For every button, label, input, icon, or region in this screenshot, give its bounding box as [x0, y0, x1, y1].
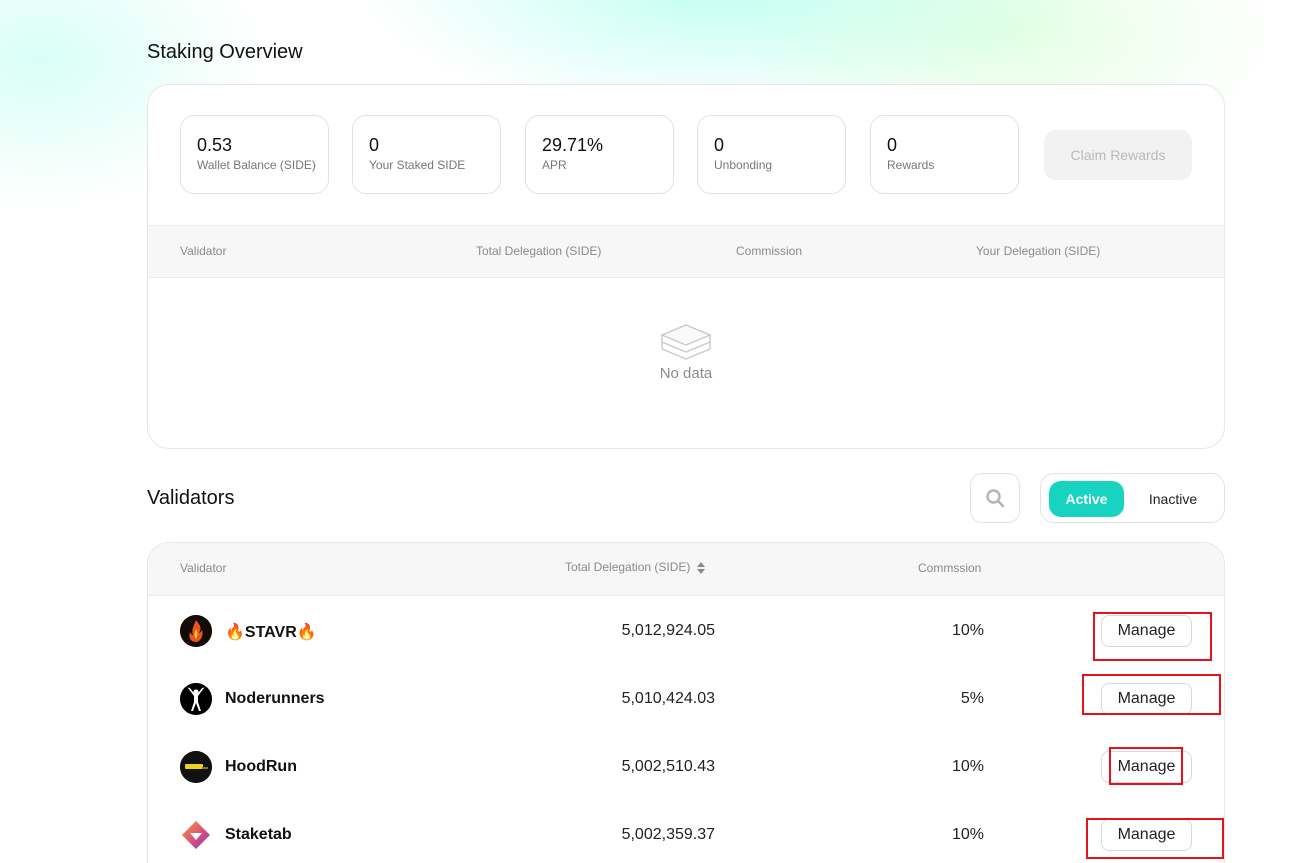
validator-name: 🔥STAVR🔥	[225, 624, 317, 641]
validators-table-header: Validator Total Delegation (SIDE) Commss…	[148, 543, 1224, 596]
filter-inactive-tab[interactable]: Inactive	[1137, 481, 1209, 517]
stat-value: 0	[369, 135, 380, 155]
search-button[interactable]	[970, 473, 1020, 523]
empty-state: No data	[148, 323, 1224, 382]
column-validator: Validator	[180, 244, 227, 258]
staking-overview-title: Staking Overview	[147, 41, 303, 63]
validator-delegation: 5,012,924.05	[621, 622, 715, 639]
search-icon	[986, 489, 1005, 508]
column-validator: Validator	[180, 561, 227, 575]
hoodrun-avatar	[180, 751, 212, 783]
validator-delegation: 5,002,510.43	[621, 758, 715, 775]
stat-value: 0.53	[197, 135, 233, 155]
stats-row: 0.53 Wallet Balance (SIDE) 0 Your Staked…	[180, 115, 1192, 195]
column-total-delegation[interactable]: Total Delegation (SIDE)	[565, 560, 706, 575]
claim-rewards-button[interactable]: Claim Rewards	[1044, 130, 1192, 180]
status-filter-toggle: Active Inactive	[1040, 473, 1225, 523]
column-commission: Commssion	[918, 561, 982, 575]
manage-button[interactable]: Manage	[1101, 751, 1192, 783]
validators-table: Validator Total Delegation (SIDE) Commss…	[147, 542, 1225, 863]
staked-side-stat: 0 Your Staked SIDE	[352, 115, 501, 194]
validator-row[interactable]: HoodRun 5,002,510.43 10% Manage	[148, 733, 1224, 801]
validator-commission: 10%	[951, 622, 984, 639]
wallet-balance-stat: 0.53 Wallet Balance (SIDE)	[180, 115, 329, 194]
stat-label: Unbonding	[714, 158, 773, 172]
rewards-stat: 0 Rewards	[870, 115, 1019, 194]
filter-active-tab[interactable]: Active	[1049, 481, 1124, 517]
stat-label: Your Staked SIDE	[369, 158, 466, 172]
staketab-avatar	[180, 819, 212, 851]
sort-icon[interactable]	[696, 561, 706, 575]
stat-value: 0	[714, 135, 725, 155]
validator-name: HoodRun	[225, 758, 297, 775]
stat-label: Wallet Balance (SIDE)	[197, 158, 316, 172]
validator-commission: 10%	[951, 826, 984, 843]
delegation-table-header: Validator Total Delegation (SIDE) Commis…	[148, 225, 1224, 278]
unbonding-stat: 0 Unbonding	[697, 115, 846, 194]
validator-row[interactable]: Staketab 5,002,359.37 10% Manage	[148, 801, 1224, 863]
staking-overview-card: 0.53 Wallet Balance (SIDE) 0 Your Staked…	[147, 84, 1225, 449]
column-total-delegation-label: Total Delegation (SIDE)	[565, 560, 691, 574]
validator-name: Staketab	[225, 826, 292, 843]
column-your-delegation: Your Delegation (SIDE)	[976, 244, 1101, 258]
column-total-delegation: Total Delegation (SIDE)	[476, 244, 602, 258]
stat-label: APR	[542, 158, 567, 172]
manage-button[interactable]: Manage	[1101, 819, 1192, 851]
manage-button[interactable]: Manage	[1101, 683, 1192, 715]
manage-button[interactable]: Manage	[1101, 615, 1192, 647]
validator-delegation: 5,002,359.37	[621, 826, 715, 843]
validators-title: Validators	[147, 487, 235, 509]
validator-row[interactable]: 🔥STAVR🔥 5,012,924.05 10% Manage	[148, 597, 1224, 665]
validator-name: Noderunners	[225, 690, 325, 707]
noderunners-avatar	[180, 683, 212, 715]
no-data-label: No data	[659, 365, 713, 382]
validator-row[interactable]: Noderunners 5,010,424.03 5% Manage	[148, 665, 1224, 733]
column-commission: Commission	[736, 244, 803, 258]
stavr-avatar	[180, 615, 212, 647]
validator-delegation: 5,010,424.03	[621, 690, 715, 707]
stat-value: 0	[887, 135, 898, 155]
apr-stat: 29.71% APR	[525, 115, 674, 194]
stat-value: 29.71%	[542, 135, 604, 155]
validator-commission: 5%	[960, 690, 984, 707]
empty-box-icon	[660, 324, 712, 360]
stat-label: Rewards	[887, 158, 935, 172]
validator-commission: 10%	[951, 758, 984, 775]
